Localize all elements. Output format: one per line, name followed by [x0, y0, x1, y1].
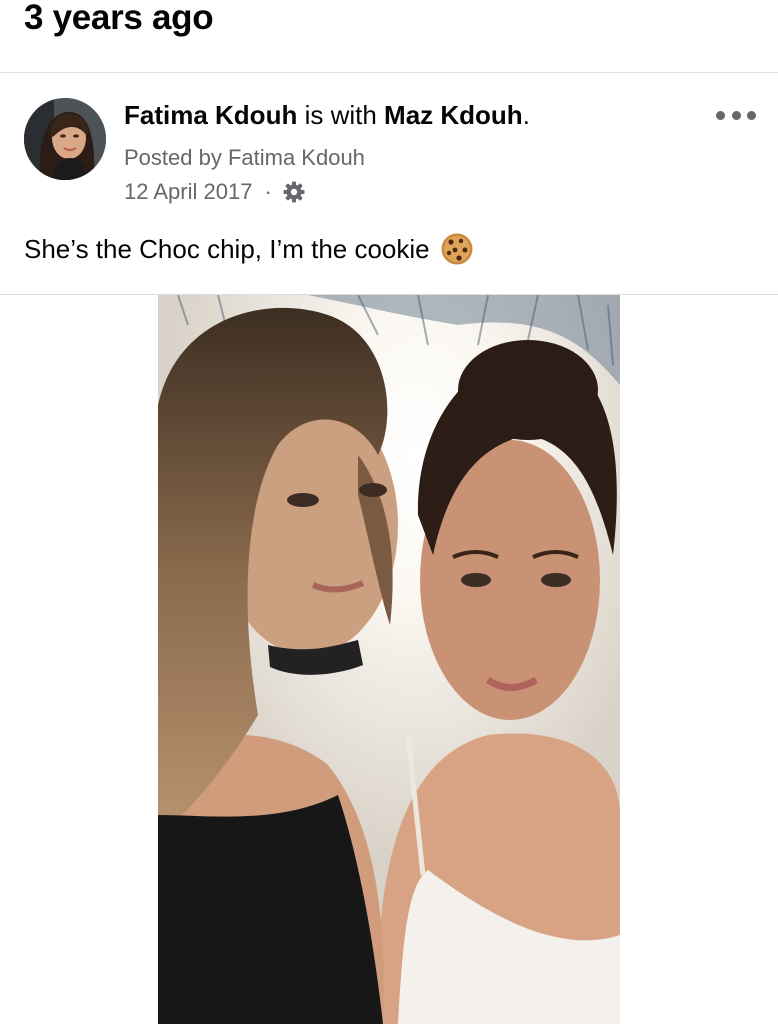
post-caption: She’s the Choc chip, I’m the cookie	[24, 232, 474, 266]
author-line: Fatima Kdouh is with Maz Kdouh.	[124, 100, 530, 131]
with-text: is with	[297, 100, 385, 130]
avatar[interactable]	[24, 98, 106, 180]
post-meta: 12 April 2017 ·	[124, 179, 306, 205]
author-name[interactable]: Fatima Kdouh	[124, 100, 297, 130]
period: .	[522, 100, 530, 130]
gear-icon[interactable]	[282, 180, 306, 204]
more-dot	[716, 110, 725, 120]
selfie-photo	[158, 295, 620, 1024]
memory-header: 3 years ago	[0, 0, 778, 73]
memory-title: 3 years ago	[24, 0, 214, 37]
post-photo[interactable]	[158, 295, 620, 1024]
memory-post-page: 3 years ago Fatima Kdouh is with Maz Kdo…	[0, 0, 778, 1024]
post-header: Fatima Kdouh is with Maz Kdouh. Posted b…	[0, 73, 778, 213]
more-options-icon[interactable]	[716, 103, 756, 127]
more-dot	[747, 110, 756, 120]
avatar-image	[24, 98, 106, 180]
tagged-friend[interactable]: Maz Kdouh	[384, 100, 523, 130]
more-dot	[731, 110, 741, 120]
meta-separator: ·	[264, 179, 272, 204]
posted-by: Posted by Fatima Kdouh	[124, 145, 365, 170]
post-date[interactable]: 12 April 2017	[124, 179, 252, 205]
caption-text: She’s the Choc chip, I’m the cookie	[24, 233, 430, 264]
cookie-emoji	[441, 233, 473, 265]
